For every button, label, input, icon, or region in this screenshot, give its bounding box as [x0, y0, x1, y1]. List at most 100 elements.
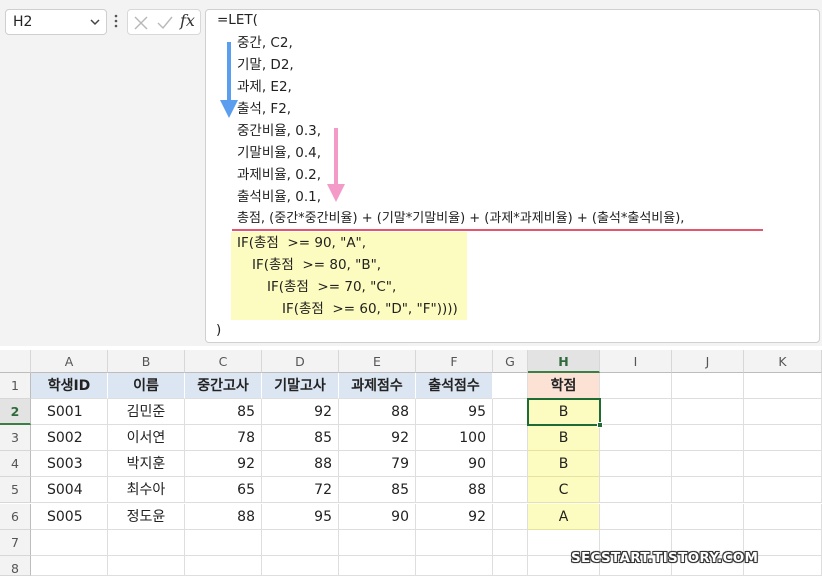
table-header-cell[interactable]: 학생ID — [31, 373, 108, 400]
row-header-1[interactable]: 1 — [0, 373, 31, 400]
table-cell[interactable]: 88 — [416, 477, 493, 504]
grid-cell[interactable] — [416, 529, 493, 556]
column-header-i[interactable]: I — [600, 350, 672, 373]
grid-cell[interactable] — [600, 373, 672, 400]
grid-cell[interactable] — [600, 477, 672, 504]
table-cell[interactable]: 88 — [339, 399, 416, 426]
grade-header-cell[interactable]: 학점 — [528, 373, 600, 400]
row-header-4[interactable]: 4 — [0, 451, 31, 478]
grid-cell[interactable] — [416, 555, 493, 576]
row-header-5[interactable]: 5 — [0, 477, 31, 504]
table-cell[interactable]: 92 — [185, 451, 262, 478]
grid-cell[interactable] — [672, 477, 744, 504]
row-header-7[interactable]: 7 — [0, 529, 31, 556]
grid-cell[interactable] — [600, 399, 672, 426]
grid-cell[interactable] — [493, 529, 528, 556]
table-cell[interactable]: S002 — [31, 425, 108, 452]
table-cell[interactable]: 88 — [262, 451, 339, 478]
grid-cell[interactable] — [744, 373, 822, 400]
name-box[interactable]: H2 — [5, 9, 107, 35]
table-cell[interactable]: 정도윤 — [108, 503, 185, 530]
table-cell[interactable]: 100 — [416, 425, 493, 452]
table-header-cell[interactable]: 과제점수 — [339, 373, 416, 400]
table-cell[interactable]: 92 — [416, 503, 493, 530]
row-header-8[interactable]: 8 — [0, 555, 31, 576]
table-cell[interactable]: 90 — [339, 503, 416, 530]
table-cell[interactable]: 김민준 — [108, 399, 185, 426]
column-header-e[interactable]: E — [339, 350, 416, 373]
table-cell[interactable]: 72 — [262, 477, 339, 504]
fill-handle[interactable] — [597, 422, 603, 429]
grid-cell[interactable] — [600, 503, 672, 530]
column-header-c[interactable]: C — [185, 350, 262, 373]
column-header-k[interactable]: K — [744, 350, 822, 373]
table-cell[interactable]: 79 — [339, 451, 416, 478]
select-all-corner[interactable] — [0, 350, 31, 373]
table-cell[interactable]: 박지훈 — [108, 451, 185, 478]
grade-cell[interactable]: A — [528, 503, 600, 530]
grid-cell[interactable] — [493, 503, 528, 530]
grid-cell[interactable] — [493, 451, 528, 478]
table-cell[interactable]: 95 — [262, 503, 339, 530]
grid-cell[interactable] — [108, 555, 185, 576]
table-header-cell[interactable]: 출석점수 — [416, 373, 493, 400]
table-cell[interactable]: 78 — [185, 425, 262, 452]
row-header-2[interactable]: 2 — [0, 399, 31, 426]
grid-cell[interactable] — [672, 373, 744, 400]
grid-cell[interactable] — [108, 529, 185, 556]
cancel-icon[interactable] — [133, 15, 149, 31]
grid-cell[interactable] — [744, 399, 822, 426]
table-cell[interactable]: S005 — [31, 503, 108, 530]
table-cell[interactable]: 90 — [416, 451, 493, 478]
row-header-3[interactable]: 3 — [0, 425, 31, 452]
grid-cell[interactable] — [493, 477, 528, 504]
grid-cell[interactable] — [262, 555, 339, 576]
grade-cell[interactable]: B — [528, 425, 600, 452]
grid-cell[interactable] — [672, 399, 744, 426]
grid-cell[interactable] — [493, 373, 528, 400]
column-header-b[interactable]: B — [108, 350, 185, 373]
grid-cell[interactable] — [744, 425, 822, 452]
table-header-cell[interactable]: 기말고사 — [262, 373, 339, 400]
table-cell[interactable]: 92 — [262, 399, 339, 426]
grade-cell[interactable]: C — [528, 477, 600, 504]
grid-cell[interactable] — [493, 399, 528, 426]
grid-cell[interactable] — [262, 529, 339, 556]
row-header-6[interactable]: 6 — [0, 503, 31, 530]
table-cell[interactable]: 이서연 — [108, 425, 185, 452]
column-header-d[interactable]: D — [262, 350, 339, 373]
grid-cell[interactable] — [339, 555, 416, 576]
table-header-cell[interactable]: 중간고사 — [185, 373, 262, 400]
table-cell[interactable]: S004 — [31, 477, 108, 504]
table-cell[interactable]: 92 — [339, 425, 416, 452]
column-header-f[interactable]: F — [416, 350, 493, 373]
grid-cell[interactable] — [744, 503, 822, 530]
table-cell[interactable]: 85 — [339, 477, 416, 504]
grid-cell[interactable] — [672, 425, 744, 452]
table-cell[interactable]: S001 — [31, 399, 108, 426]
grid-cell[interactable] — [31, 555, 108, 576]
grid-cell[interactable] — [744, 477, 822, 504]
table-cell[interactable]: 최수아 — [108, 477, 185, 504]
more-options-icon[interactable] — [113, 12, 119, 30]
column-header-j[interactable]: J — [672, 350, 744, 373]
table-cell[interactable]: 65 — [185, 477, 262, 504]
column-header-g[interactable]: G — [493, 350, 528, 373]
grade-cell[interactable]: B — [528, 451, 600, 478]
table-cell[interactable]: 88 — [185, 503, 262, 530]
column-header-h[interactable]: H — [528, 350, 600, 373]
column-header-a[interactable]: A — [31, 350, 108, 373]
grid-cell[interactable] — [493, 425, 528, 452]
grid-cell[interactable] — [672, 451, 744, 478]
table-cell[interactable]: 95 — [416, 399, 493, 426]
grid-cell[interactable] — [185, 555, 262, 576]
table-cell[interactable]: 85 — [262, 425, 339, 452]
table-header-cell[interactable]: 이름 — [108, 373, 185, 400]
grid-cell[interactable] — [600, 425, 672, 452]
grid-cell[interactable] — [672, 503, 744, 530]
enter-check-icon[interactable] — [156, 15, 174, 31]
grid-cell[interactable] — [600, 451, 672, 478]
chevron-down-icon[interactable] — [89, 16, 101, 28]
table-cell[interactable]: S003 — [31, 451, 108, 478]
grid-cell[interactable] — [339, 529, 416, 556]
